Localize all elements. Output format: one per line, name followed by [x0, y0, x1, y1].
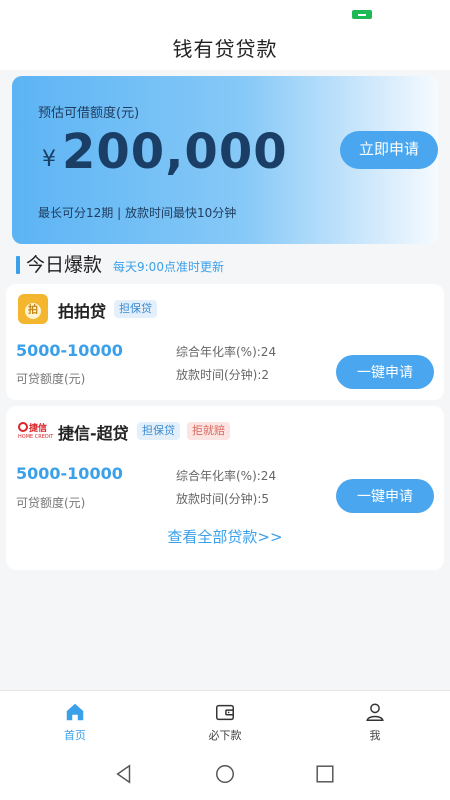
- disburse-time: 放款时间(分钟):2: [176, 368, 270, 382]
- credit-limit-banner: 预估可借额度(元) ¥ 200,000 最长可分12期 | 放款时间最快10分钟…: [12, 76, 438, 244]
- tab-home[interactable]: 首页: [0, 691, 150, 747]
- homecredit-logo-icon: 捷信 HOME CREDIT: [18, 422, 53, 444]
- one-click-apply-button[interactable]: 一键申请: [336, 355, 434, 389]
- status-bar: [0, 0, 450, 28]
- back-icon[interactable]: [113, 763, 135, 785]
- tab-label: 必下款: [208, 729, 242, 742]
- currency-symbol: ¥: [42, 147, 56, 172]
- product-card[interactable]: 拍 拍拍贷 担保贷 5000-10000 可贷额度(元) 综合年化率(%):24…: [6, 284, 444, 400]
- product-tag: 担保贷: [137, 422, 180, 440]
- tab-label: 首页: [64, 729, 86, 742]
- recents-square-icon[interactable]: [314, 763, 336, 785]
- tab-label: 我: [369, 729, 381, 742]
- top-navbar: 钱有贷贷款: [0, 28, 450, 70]
- apply-now-button[interactable]: 立即申请: [340, 131, 438, 169]
- annual-rate: 综合年化率(%):24: [176, 345, 277, 359]
- product-card[interactable]: 捷信 HOME CREDIT 捷信-超贷 担保贷 拒就赔 5000-10000 …: [6, 406, 444, 570]
- battery-icon: [352, 10, 372, 19]
- bottom-tab-bar: 首页 必下款 我: [0, 690, 450, 746]
- product-tag: 拒就赔: [187, 422, 230, 440]
- home-circle-icon[interactable]: [214, 763, 236, 785]
- loan-range: 5000-10000: [16, 341, 123, 360]
- section-header: 今日爆款 每天9:00点准时更新: [14, 252, 434, 278]
- view-all-loans-link[interactable]: 查看全部贷款>>: [6, 526, 444, 547]
- wallet-icon: [216, 704, 234, 721]
- section-title: 今日爆款: [26, 254, 103, 276]
- loan-range-label: 可贷额度(元): [16, 496, 86, 510]
- loan-range: 5000-10000: [16, 464, 123, 483]
- section-subtitle: 每天9:00点准时更新: [113, 260, 224, 274]
- tab-me[interactable]: 我: [300, 691, 450, 747]
- disburse-time: 放款时间(分钟):5: [176, 492, 270, 506]
- section-accent-bar: [16, 256, 20, 274]
- tab-must-approve[interactable]: 必下款: [150, 691, 300, 747]
- credit-limit-label: 预估可借额度(元): [38, 106, 140, 121]
- product-tag: 担保贷: [114, 300, 157, 318]
- loan-terms-note: 最长可分12期 | 放款时间最快10分钟: [38, 206, 237, 220]
- one-click-apply-button[interactable]: 一键申请: [336, 479, 434, 513]
- annual-rate: 综合年化率(%):24: [176, 469, 277, 483]
- page-title: 钱有贷贷款: [172, 37, 278, 61]
- loan-range-label: 可贷额度(元): [16, 372, 86, 386]
- product-name: 捷信-超贷: [58, 424, 129, 443]
- user-icon: [366, 703, 384, 721]
- credit-limit-amount: 200,000: [62, 124, 288, 180]
- paipaidai-logo-icon: 拍: [18, 294, 48, 324]
- home-icon: [66, 703, 84, 721]
- system-nav-bar: [0, 746, 450, 800]
- product-name: 拍拍贷: [58, 302, 107, 321]
